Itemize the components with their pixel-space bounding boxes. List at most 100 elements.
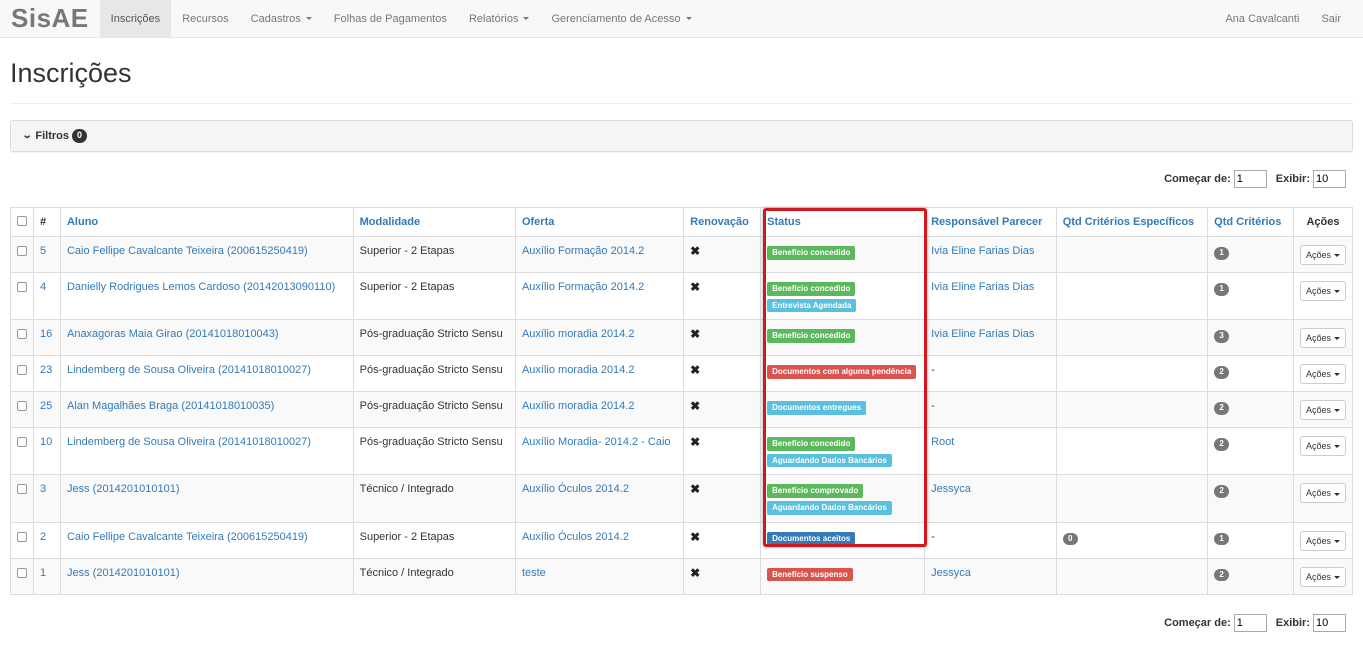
row-checkbox[interactable] [17,531,27,542]
responsavel-link[interactable]: Ivia Eline Farias Dias [931,328,1034,340]
row-checkbox-cell [10,319,34,357]
responsavel-text: - [931,530,935,543]
status-label: Benefício concedido [767,282,856,296]
status-label: Entrevista Agendada [767,298,857,313]
col-oferta[interactable]: Oferta [514,207,685,237]
brand-logo[interactable]: SisAE [0,0,100,37]
logout-link[interactable]: Sair [1310,0,1363,37]
row-checkbox[interactable] [17,329,27,340]
oferta-link[interactable]: Auxílio Formação 2014.2 [522,245,644,257]
acoes-dropdown-button[interactable]: Ações [1299,281,1346,301]
nav-item-folhas-de-pagamentos[interactable]: Folhas de Pagamentos [323,0,458,37]
row-id-link[interactable]: 16 [40,328,52,340]
row-checkbox[interactable] [17,484,27,495]
acoes-dropdown-button[interactable]: Ações [1299,530,1346,551]
acoes-cell: Ações [1292,391,1354,429]
acoes-dropdown-button[interactable]: Ações [1299,364,1346,385]
row-id-link[interactable]: 10 [40,436,52,448]
col-renovacao[interactable]: Renovação [683,207,762,237]
oferta-link[interactable]: teste [522,567,546,579]
row-id-link[interactable]: 5 [40,245,46,257]
filter-toggle[interactable]: ⌄ Filtros 0 [22,129,88,143]
oferta-link[interactable]: Auxílio Moradia- 2014.2 - Caio [522,436,671,448]
row-id-link[interactable]: 4 [40,281,46,293]
show-input-bottom[interactable] [1313,613,1346,632]
table-row: 4 Danielly Rodrigues Lemos Cardoso (20142… [10,271,1354,321]
user-menu[interactable]: Ana Cavalcanti [1214,0,1310,37]
col-responsavel[interactable]: Responsável Parecer [924,207,1057,237]
oferta-link[interactable]: Auxílio Óculos 2014.2 [522,531,629,543]
responsavel-text: - [931,364,935,377]
row-id-link[interactable]: 1 [40,567,46,579]
aluno-link[interactable]: Lindemberg de Sousa Oliveira (2014101801… [67,364,311,376]
responsavel-cell: - [924,355,1057,393]
row-id-link[interactable]: 2 [40,531,46,543]
row-id-cell: 5 [33,236,61,273]
row-checkbox-cell [10,521,34,559]
row-id-link[interactable]: 25 [40,400,52,412]
qtd-criterios-cell: 2 [1207,557,1294,595]
show-input[interactable] [1313,170,1346,188]
caret-down-icon [1333,575,1340,579]
aluno-link[interactable]: Anaxagoras Maia Girao (20141018010043) [67,328,279,340]
aluno-link[interactable]: Jess (2014201010101) [67,483,180,495]
aluno-link[interactable]: Caio Fellipe Cavalcante Teixeira (200615… [67,531,308,543]
row-id-link[interactable]: 23 [40,364,52,376]
oferta-link[interactable]: Auxílio Formação 2014.2 [522,281,644,293]
aluno-link[interactable]: Caio Fellipe Cavalcante Teixeira (200615… [67,245,308,257]
acoes-dropdown-button[interactable]: Ações [1299,245,1346,265]
row-checkbox[interactable] [17,401,27,412]
oferta-link[interactable]: Auxílio Óculos 2014.2 [522,483,629,495]
qtd-especificos-cell: 0 [1055,521,1209,559]
nav-item-relatorios[interactable]: Relatórios [458,0,541,37]
col-modalidade[interactable]: Modalidade [352,207,516,237]
responsavel-link[interactable]: Ivia Eline Farias Dias [931,245,1034,257]
responsavel-link[interactable]: Root [931,436,954,448]
row-id-link[interactable]: 3 [40,483,46,495]
acoes-dropdown-button[interactable]: Ações [1299,566,1346,587]
col-qtd-criterios[interactable]: Qtd Critérios [1207,207,1294,237]
oferta-link[interactable]: Auxílio moradia 2014.2 [522,400,635,412]
acoes-dropdown-button[interactable]: Ações [1299,400,1346,421]
oferta-link[interactable]: Auxílio moradia 2014.2 [522,328,635,340]
caret-down-icon [305,17,312,20]
table-header-row: # Aluno Modalidade Oferta Renovação Stat… [10,207,1354,237]
table-row: 1 Jess (2014201010101) Técnico / Integrado… [10,557,1354,595]
aluno-link[interactable]: Lindemberg de Sousa Oliveira (2014101801… [67,436,311,448]
aluno-link[interactable]: Danielly Rodrigues Lemos Cardoso (201420… [67,281,335,293]
row-checkbox[interactable] [17,365,27,376]
nav-item-recursos[interactable]: Recursos [171,0,239,37]
acoes-dropdown-button[interactable]: Ações [1299,328,1346,349]
start-input-bottom[interactable] [1233,613,1267,632]
acoes-dropdown-button[interactable]: Ações [1299,483,1346,504]
responsavel-link[interactable]: Jessyca [931,567,971,579]
modalidade-cell: Técnico / Integrado [352,474,516,523]
aluno-link[interactable]: Jess (2014201010101) [67,567,180,579]
oferta-cell: Auxílio Óculos 2014.2 [514,474,685,523]
acoes-dropdown-button[interactable]: Ações [1299,436,1346,457]
nav-item-gerenciamento-de-acesso[interactable]: Gerenciamento de Acesso [540,0,702,37]
responsavel-cell: Ivia Eline Farias Dias [924,271,1057,321]
pager-top: Começar de: Exibir: [0,170,1363,188]
row-checkbox[interactable] [17,567,27,578]
select-all-checkbox[interactable] [17,215,27,226]
acoes-button-label: Ações [1305,571,1331,582]
row-checkbox[interactable] [17,246,27,256]
col-aluno[interactable]: Aluno [59,207,354,237]
nav-item-label: Recursos [182,12,229,25]
row-checkbox[interactable] [17,437,27,448]
aluno-link[interactable]: Alan Magalhães Braga (20141018010035) [67,400,274,412]
col-status[interactable]: Status [760,207,926,237]
start-input[interactable] [1233,170,1267,188]
responsavel-link[interactable]: Ivia Eline Farias Dias [931,281,1034,293]
col-num[interactable]: # [33,207,61,237]
nav-item-inscricoes[interactable]: Inscrições [99,0,172,37]
show-label: Exibir: [1275,173,1310,185]
oferta-link[interactable]: Auxílio moradia 2014.2 [522,364,635,376]
table-row: 3 Jess (2014201010101) Técnico / Integrado… [10,474,1354,523]
col-acoes: Ações [1292,207,1354,237]
nav-item-cadastros[interactable]: Cadastros [240,0,323,37]
responsavel-link[interactable]: Jessyca [931,483,971,495]
col-qtd-especificos[interactable]: Qtd Critérios Específicos [1055,207,1209,237]
row-checkbox[interactable] [17,282,27,292]
